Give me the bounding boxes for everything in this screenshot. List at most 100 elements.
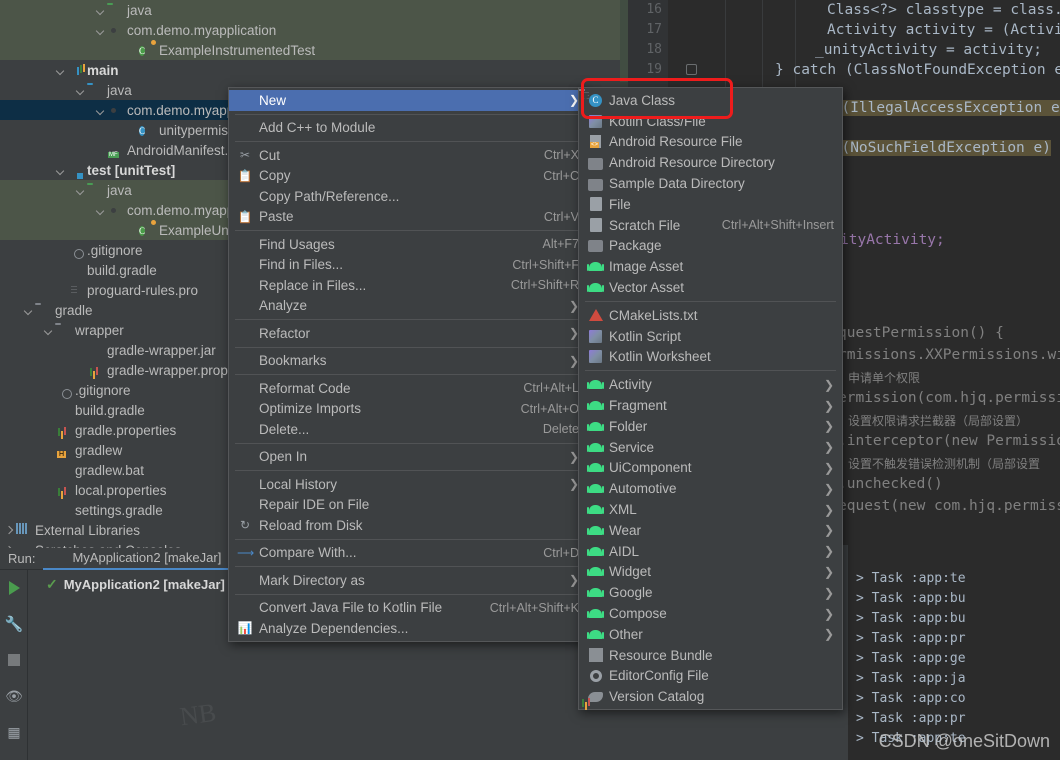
context-menu-item[interactable]: Bookmarks ❯ <box>229 351 587 372</box>
chevron-down-icon[interactable] <box>56 65 67 76</box>
run-tab[interactable]: MyApplication2 [makeJar] ✕ <box>43 548 245 570</box>
context-menu[interactable]: New ❯ Add C++ to Module ✂ Cut Ctrl+X 📋 Copy Ctrl… <box>228 87 588 642</box>
submenu-item[interactable]: Scratch File Ctrl+Alt+Shift+Insert <box>579 215 842 236</box>
context-menu-item-label: Bookmarks <box>259 353 327 369</box>
context-menu-item[interactable]: Find Usages Alt+F7 <box>229 234 587 255</box>
menu-separator <box>235 470 581 471</box>
context-menu-item[interactable]: Find in Files... Ctrl+Shift+F <box>229 255 587 276</box>
run-tree-item[interactable]: ✓ MyApplication2 [makeJar] <box>46 576 225 593</box>
context-menu-item[interactable]: Add C++ to Module <box>229 118 587 139</box>
submenu-arrow-icon: ❯ <box>823 440 834 455</box>
rerun-button[interactable] <box>0 570 28 606</box>
submenu-item[interactable]: UiComponent ❯ <box>579 458 842 479</box>
submenu-item[interactable]: Activity ❯ <box>579 374 842 395</box>
submenu-item[interactable]: Package <box>579 236 842 257</box>
submenu-item[interactable]: Android Resource Directory <box>579 152 842 173</box>
context-menu-item[interactable]: Convert Java File to Kotlin File Ctrl+Alt… <box>229 598 587 619</box>
tree-row[interactable]: main <box>0 60 620 80</box>
submenu-item[interactable]: XML ❯ <box>579 499 842 520</box>
new-submenu[interactable]: C Java Class Kotlin Class/File <> Android Re… <box>578 87 843 711</box>
context-menu-item[interactable]: Open In ❯ <box>229 447 587 468</box>
context-menu-item-label: Reload from Disk <box>259 517 363 533</box>
submenu-item[interactable]: Widget ❯ <box>579 562 842 583</box>
context-menu-item[interactable]: ✂ Cut Ctrl+X <box>229 145 587 166</box>
context-menu-item[interactable]: Delete... Delete <box>229 419 587 440</box>
folder-icon <box>35 302 51 318</box>
chevron-right-icon[interactable] <box>4 525 15 536</box>
chevron-down-icon[interactable] <box>96 205 107 216</box>
chevron-down-icon[interactable] <box>24 305 35 316</box>
filter-button[interactable]: 👁 <box>0 678 28 714</box>
context-menu-item-label: Refactor <box>259 325 311 341</box>
run-toolbar[interactable]: 🔧 👁 ▦ 📌 <box>0 570 28 760</box>
submenu-item[interactable]: Other ❯ <box>579 624 842 645</box>
context-menu-item[interactable]: Analyze ❯ <box>229 296 587 317</box>
submenu-item[interactable]: Image Asset <box>579 256 842 277</box>
chevron-down-icon[interactable] <box>96 25 107 36</box>
submenu-item[interactable]: Service ❯ <box>579 437 842 458</box>
submenu-item[interactable]: EditorConfig File <box>579 666 842 687</box>
submenu-item[interactable]: Fragment ❯ <box>579 395 842 416</box>
layout-button[interactable]: ▦ <box>0 714 28 750</box>
class-test-icon: C <box>139 226 146 236</box>
context-menu-item[interactable]: Copy Path/Reference... <box>229 186 587 207</box>
tree-row[interactable]: C ExampleInstrumentedTest <box>0 40 620 60</box>
android-icon <box>587 380 604 390</box>
context-menu-item-label: Find in Files... <box>259 257 344 273</box>
chevron-down-icon[interactable] <box>96 5 107 16</box>
chevron-down-icon[interactable] <box>56 165 67 176</box>
android-icon <box>587 421 604 431</box>
submenu-item[interactable]: Folder ❯ <box>579 416 842 437</box>
submenu-item[interactable]: Resource Bundle <box>579 645 842 666</box>
submenu-item[interactable]: File <box>579 194 842 215</box>
settings-button[interactable]: 🔧 <box>0 606 28 642</box>
submenu-item[interactable]: Wear ❯ <box>579 520 842 541</box>
pin-button[interactable]: 📌 <box>0 750 28 760</box>
chevron-down-icon[interactable] <box>76 85 87 96</box>
context-menu-item[interactable]: Replace in Files... Ctrl+Shift+R <box>229 275 587 296</box>
context-menu-item[interactable]: Reformat Code Ctrl+Alt+L <box>229 378 587 399</box>
submenu-item[interactable]: Compose ❯ <box>579 603 842 624</box>
submenu-item[interactable]: Kotlin Worksheet <box>579 347 842 368</box>
menu-separator <box>235 374 581 375</box>
submenu-item[interactable]: <> Android Resource File <box>579 132 842 153</box>
submenu-item[interactable]: Version Catalog <box>579 686 842 707</box>
context-menu-item-accelerator: Alt+F7 <box>542 237 579 252</box>
context-menu-item[interactable]: 📋 Copy Ctrl+C <box>229 166 587 187</box>
package-icon <box>107 202 123 218</box>
submenu-item[interactable]: Kotlin Script <box>579 326 842 347</box>
context-menu-item[interactable]: Mark Directory as ❯ <box>229 570 587 591</box>
tree-row[interactable]: com.demo.myapplication <box>0 20 620 40</box>
submenu-item[interactable]: Automotive ❯ <box>579 478 842 499</box>
context-menu-item[interactable]: Repair IDE on File <box>229 495 587 516</box>
tree-row-label: gradle <box>55 302 93 318</box>
menu-separator <box>235 230 581 231</box>
folder-icon <box>587 176 604 192</box>
context-menu-item[interactable]: ⟶ Compare With... Ctrl+D <box>229 543 587 564</box>
context-menu-item[interactable]: Optimize Imports Ctrl+Alt+O <box>229 399 587 420</box>
context-menu-item[interactable]: New ❯ <box>229 90 587 111</box>
menu-separator <box>235 538 581 540</box>
submenu-item[interactable]: CMakeLists.txt <box>579 305 842 326</box>
properties-icon <box>87 362 103 378</box>
submenu-item[interactable]: Sample Data Directory <box>579 173 842 194</box>
context-menu-item[interactable]: Refactor ❯ <box>229 323 587 344</box>
context-menu-item[interactable]: Local History ❯ <box>229 474 587 495</box>
submenu-item[interactable]: Vector Asset <box>579 277 842 298</box>
tree-row[interactable]: java <box>0 0 620 20</box>
code-fold-marker[interactable] <box>686 64 697 75</box>
chevron-down-icon[interactable] <box>44 325 55 336</box>
submenu-item-label: File <box>609 196 631 212</box>
context-menu-item[interactable]: ↻ Reload from Disk <box>229 515 587 536</box>
context-menu-item[interactable]: 📋 Paste Ctrl+V <box>229 207 587 228</box>
build-log[interactable]: > Task :app:te > Task :app:bu > Task :app:… <box>848 545 1060 760</box>
submenu-item[interactable]: AIDL ❯ <box>579 541 842 562</box>
chevron-down-icon[interactable] <box>76 185 87 196</box>
tree-row-label: build.gradle <box>87 262 157 278</box>
context-menu-item[interactable]: 📊 Analyze Dependencies... <box>229 618 587 639</box>
stop-button[interactable] <box>0 642 28 678</box>
submenu-item[interactable]: Google ❯ <box>579 582 842 603</box>
build-log-line: > Task :app:ja <box>856 671 966 686</box>
submenu-arrow-icon: ❯ <box>823 606 834 621</box>
chevron-down-icon[interactable] <box>96 105 107 116</box>
